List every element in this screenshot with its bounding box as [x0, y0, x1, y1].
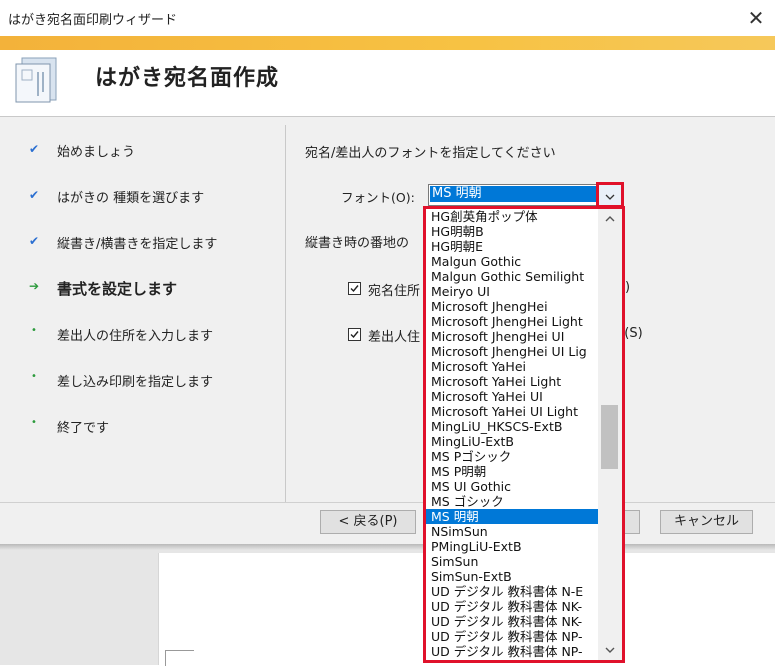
step-start[interactable]: ✔ 始めましょう [0, 139, 280, 163]
cancel-button[interactable]: キャンセル [660, 510, 753, 534]
font-label: フォント(O): [341, 190, 415, 205]
font-select-value: MS 明朝 [430, 186, 596, 202]
dropdown-list-highlight [423, 206, 625, 663]
page-corner-mark [165, 650, 194, 666]
sender-address-label: 差出人住 [368, 330, 421, 345]
wizard-header: はがき宛名面作成 [0, 50, 775, 116]
step-finish[interactable]: • 終了です [0, 415, 280, 439]
step-label: 差し込み印刷を指定します [57, 375, 214, 390]
bullet-icon: • [31, 325, 37, 336]
title-bar: はがき宛名面印刷ウィザード ✕ [0, 0, 775, 36]
checkmark-icon: ✔ [28, 142, 40, 156]
step-card-type[interactable]: ✔ はがきの 種類を選びます [0, 185, 280, 209]
step-mail-merge[interactable]: • 差し込み印刷を指定します [0, 369, 280, 393]
dropdown-button-highlight [596, 182, 624, 208]
recipient-address-checkbox[interactable] [348, 282, 361, 295]
vertical-number-label: 縦書き時の番地の [305, 236, 410, 251]
step-sender-address[interactable]: • 差出人の住所を入力します [0, 323, 280, 347]
step-format[interactable]: ➔ 書式を設定します [0, 277, 280, 301]
step-orientation[interactable]: ✔ 縦書き/横書きを指定します [0, 231, 280, 255]
postcard-icon [14, 56, 60, 104]
sender-address-checkbox[interactable] [348, 328, 361, 341]
recipient-address-label: 宛名住所 [368, 284, 421, 299]
step-label: はがきの 種類を選びます [57, 191, 205, 206]
step-label: 終了です [57, 421, 110, 436]
bullet-icon: • [31, 417, 37, 428]
font-select[interactable]: MS 明朝 [428, 184, 600, 206]
wizard-body: ✔ 始めましょう ✔ はがきの 種類を選びます ✔ 縦書き/横書きを指定します … [0, 117, 775, 502]
accent-bar [0, 36, 775, 50]
window-title: はがき宛名面印刷ウィザード [8, 13, 178, 28]
close-icon[interactable]: ✕ [744, 6, 768, 30]
page-title: はがき宛名面作成 [95, 66, 280, 91]
checkmark-icon: ✔ [28, 234, 40, 248]
step-label: 縦書き/横書きを指定します [57, 237, 218, 252]
font-instruction: 宛名/差出人のフォントを指定してください [305, 146, 556, 161]
arrow-right-icon: ➔ [28, 279, 40, 293]
back-button[interactable]: < 戻る(P) [320, 510, 416, 534]
steps-divider [285, 125, 286, 502]
bullet-icon: • [31, 371, 37, 382]
step-label: 差出人の住所を入力します [57, 329, 214, 344]
step-label: 始めましょう [57, 145, 136, 160]
step-label-current: 書式を設定します [57, 280, 178, 298]
checkmark-icon: ✔ [28, 188, 40, 202]
